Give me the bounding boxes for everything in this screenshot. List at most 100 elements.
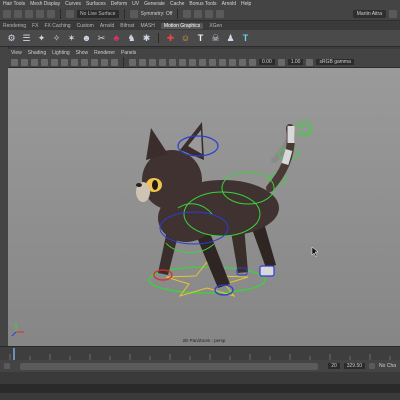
camera-select-icon[interactable] (11, 58, 18, 66)
tab-fx[interactable]: FX (32, 23, 38, 29)
snap-grid-icon[interactable] (14, 10, 22, 18)
panel-menu-view[interactable]: View (11, 50, 22, 56)
ambient-occlusion-icon[interactable] (179, 58, 186, 66)
menu-generate[interactable]: Generate (144, 1, 165, 7)
menu-uv[interactable]: UV (132, 1, 139, 7)
range-track[interactable] (20, 362, 319, 370)
settings-icon[interactable] (389, 10, 397, 18)
symmetry-icon[interactable] (129, 10, 138, 18)
tab-bifrost[interactable]: Bifrost (120, 23, 134, 29)
panel-menu-shading[interactable]: Shading (28, 50, 46, 56)
menu-bonus-tools[interactable]: Bonus Tools (189, 1, 216, 7)
magnet-snap-icon[interactable] (3, 10, 11, 18)
depth-of-field-icon[interactable] (209, 58, 216, 66)
shelf: ⚙ ☰ ✦ ✧ ✶ ☻ ✂ ♣ ♞ ✱ ✚ ☺ T ☠ ♟ T (0, 30, 400, 47)
panel-menu-renderer[interactable]: Renderer (94, 50, 115, 56)
camera-attributes-icon[interactable] (21, 58, 28, 66)
shelf-controller-icon[interactable]: ♟ (225, 33, 236, 44)
panel-menu-panels[interactable]: Panels (121, 50, 136, 56)
shadows-icon[interactable] (169, 58, 176, 66)
viewport-persp[interactable]: 2D Pan/Zoom : persp (8, 68, 400, 346)
shelf-t-cyan-icon[interactable]: T (240, 33, 251, 44)
render-icon[interactable] (183, 10, 192, 18)
shelf-smile-icon[interactable]: ☺ (180, 33, 191, 44)
motion-blur-icon[interactable] (189, 58, 196, 66)
current-frame-marker[interactable] (13, 348, 15, 360)
menu-deform[interactable]: Deform (111, 1, 127, 7)
tab-motion-graphics[interactable]: Motion Graphics (160, 23, 204, 29)
hypershade-icon[interactable] (216, 10, 225, 18)
gamma-icon[interactable] (277, 58, 285, 66)
shelf-joint-icon[interactable]: ✧ (51, 33, 62, 44)
range-end-field[interactable]: 329.50 (343, 363, 366, 369)
shelf-settings-icon[interactable]: ☰ (21, 33, 32, 44)
tab-custom[interactable]: Custom (77, 23, 94, 29)
user-account-button[interactable]: Martin Aitra (352, 10, 386, 18)
menu-help[interactable]: Help (241, 1, 251, 7)
snap-point-icon[interactable] (36, 10, 44, 18)
live-surface-field[interactable]: No Live Surface (77, 10, 119, 18)
shelf-character-icon[interactable]: ☻ (81, 33, 92, 44)
xray-icon[interactable] (229, 58, 236, 66)
exposure-icon[interactable] (249, 58, 256, 66)
snap-surface-icon[interactable] (47, 10, 55, 18)
menu-surfaces[interactable]: Surfaces (86, 1, 106, 7)
anim-prefs-icon[interactable] (369, 363, 376, 369)
menu-hair-tools[interactable]: Hair Tools (3, 1, 25, 7)
shelf-cluster-icon[interactable]: ✶ (66, 33, 77, 44)
tab-rendering[interactable]: Rendering (3, 23, 26, 29)
tab-xgen[interactable]: XGen (209, 23, 222, 29)
textured-icon[interactable] (149, 58, 156, 66)
gate-mask-icon[interactable] (81, 58, 88, 66)
antialias-icon[interactable] (199, 58, 206, 66)
cat-character[interactable] (136, 122, 295, 288)
isolate-select-icon[interactable] (219, 58, 226, 66)
smooth-shade-icon[interactable] (139, 58, 146, 66)
shelf-skull-icon[interactable]: ☠ (210, 33, 221, 44)
shelf-asterisk-icon[interactable]: ✱ (141, 33, 152, 44)
field-chart-icon[interactable] (91, 58, 98, 66)
symmetry-dropdown[interactable]: Symmetry: Off (141, 11, 173, 17)
character-set-dropdown[interactable]: No Cha (379, 363, 396, 369)
safe-action-icon[interactable] (101, 58, 108, 66)
panel-menubar: View Shading Lighting Show Renderer Pane… (8, 49, 400, 57)
shelf-scissors-icon[interactable]: ✂ (96, 33, 107, 44)
gamma-field[interactable]: 1.00 (287, 59, 304, 65)
tab-mash[interactable]: MASH (140, 23, 154, 29)
shelf-shirt-icon[interactable]: ♣ (111, 33, 122, 44)
menu-arnold[interactable]: Arnold (222, 1, 236, 7)
shelf-puppet-icon[interactable]: ♞ (126, 33, 137, 44)
snap-curve-icon[interactable] (25, 10, 33, 18)
panel-menu-lighting[interactable]: Lighting (52, 50, 70, 56)
range-start-field[interactable]: 20 (328, 363, 340, 369)
resolution-gate-icon[interactable] (71, 58, 78, 66)
lights-icon[interactable] (159, 58, 166, 66)
tab-arnold[interactable]: Arnold (100, 23, 114, 29)
exposure-field[interactable]: 0.00 (259, 59, 275, 65)
menu-mesh-display[interactable]: Mesh Display (30, 1, 60, 7)
menu-curves[interactable]: Curves (65, 1, 81, 7)
command-line[interactable] (0, 384, 400, 393)
color-space-dropdown[interactable]: sRGB gamma (316, 59, 354, 65)
panel-toolbar: 0.00 1.00 sRGB gamma (8, 57, 400, 68)
ipr-render-icon[interactable] (194, 10, 203, 18)
panel-menu-show[interactable]: Show (76, 50, 89, 56)
shelf-gear-icon[interactable]: ⚙ (6, 33, 17, 44)
range-start-icon[interactable] (4, 363, 10, 369)
bookmark-icon[interactable] (31, 58, 38, 66)
image-plane-icon[interactable] (41, 58, 48, 66)
live-surface-icon[interactable] (66, 10, 74, 18)
shelf-cross-icon[interactable]: ✚ (165, 33, 176, 44)
tab-fx-caching[interactable]: FX Caching (44, 23, 70, 29)
menu-cache[interactable]: Cache (170, 1, 184, 7)
render-settings-icon[interactable] (205, 10, 214, 18)
mouse-cursor (311, 246, 319, 258)
safe-title-icon[interactable] (111, 58, 118, 66)
view-transform-icon[interactable] (306, 58, 314, 66)
wireframe-icon[interactable] (129, 58, 136, 66)
shelf-t-icon[interactable]: T (195, 33, 206, 44)
grid-icon[interactable] (51, 58, 58, 66)
shelf-bone-icon[interactable]: ✦ (36, 33, 47, 44)
film-gate-icon[interactable] (61, 58, 68, 66)
xray-joints-icon[interactable] (239, 58, 246, 66)
